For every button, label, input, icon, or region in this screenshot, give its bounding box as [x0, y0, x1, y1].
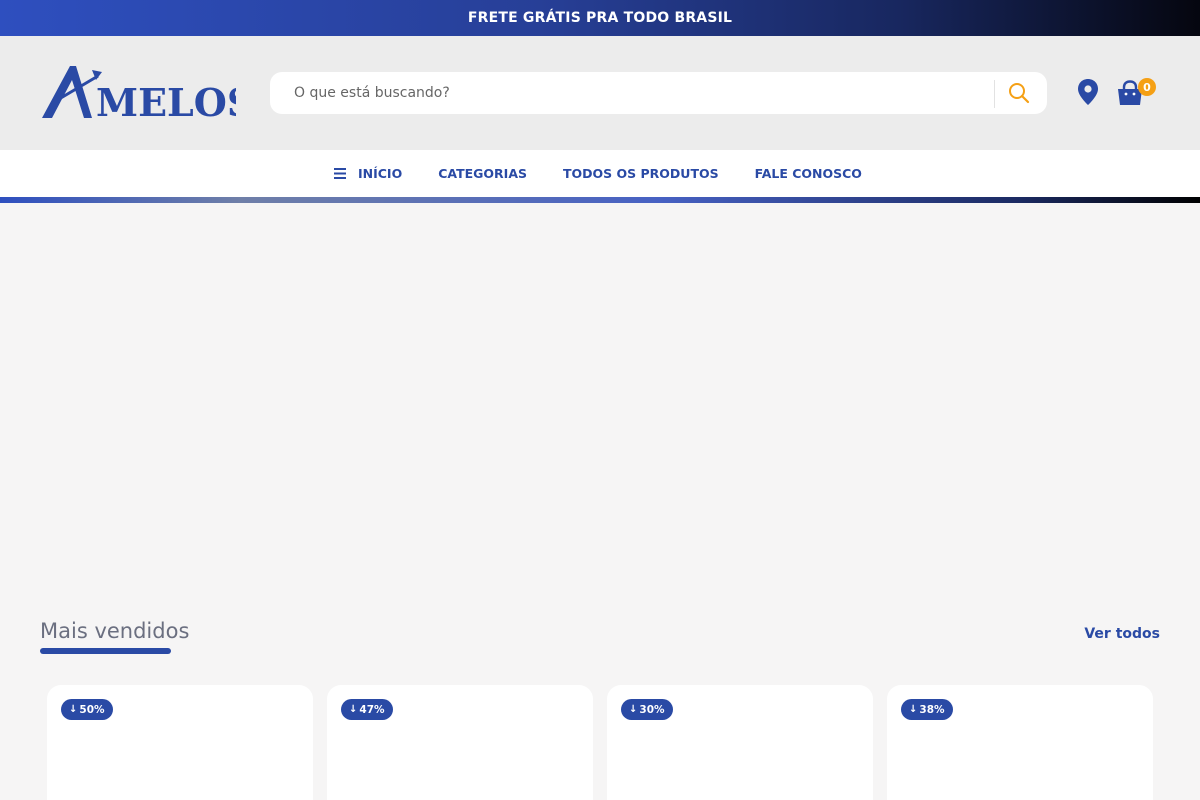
nav-item-fale-conosco[interactable]: FALE CONOSCO [755, 166, 862, 181]
cart-button[interactable]: 0 [1116, 78, 1158, 110]
nav-item-categorias[interactable]: CATEGORIAS [438, 166, 527, 181]
logo-text: MELOS [96, 80, 236, 124]
nav-item-todos-os-produtos[interactable]: TODOS OS PRODUTOS [563, 166, 719, 181]
discount-badge: ↓ 38% [901, 699, 953, 720]
discount-badge: ↓ 30% [621, 699, 673, 720]
search-box [270, 72, 1047, 114]
nav-item-inicio[interactable]: INÍCIO [334, 166, 402, 181]
search-button[interactable] [1004, 78, 1034, 108]
hamburger-menu-icon [334, 168, 346, 179]
arrow-down-icon: ↓ [909, 704, 918, 715]
section-title-underline [40, 648, 171, 654]
section-title: Mais vendidos [40, 619, 190, 643]
product-card[interactable]: ↓ 38% [887, 685, 1153, 800]
nav-item-label: CATEGORIAS [438, 166, 528, 181]
discount-value: 50% [79, 703, 105, 716]
logo-a-mark [42, 66, 92, 118]
header: MELOS 0 [0, 36, 1200, 150]
discount-value: 30% [639, 703, 665, 716]
search-input[interactable] [294, 72, 984, 114]
arrow-down-icon: ↓ [629, 704, 638, 715]
brand-logo[interactable]: MELOS [40, 62, 254, 125]
discount-badge: ↓ 50% [61, 699, 113, 720]
arrow-down-icon: ↓ [349, 704, 358, 715]
nav-item-label: INÍCIO [358, 166, 403, 181]
hero-banner-area[interactable] [0, 203, 1200, 603]
search-icon [1009, 83, 1030, 104]
store-location-button[interactable] [1076, 78, 1100, 108]
discount-value: 38% [919, 703, 945, 716]
location-pin-icon [1078, 79, 1098, 105]
product-card[interactable]: ↓ 30% [607, 685, 873, 800]
discount-badge: ↓ 47% [341, 699, 393, 720]
nav-item-label: FALE CONOSCO [754, 166, 862, 181]
cart-count-badge: 0 [1138, 78, 1156, 96]
see-all-link[interactable]: Ver todos [1080, 626, 1160, 642]
top-promo-bar: FRETE GRÁTIS PRA TODO BRASIL [0, 0, 1200, 36]
product-card[interactable]: ↓ 47% [327, 685, 593, 800]
arrow-down-icon: ↓ [69, 704, 78, 715]
product-card[interactable]: ↓ 50% [47, 685, 313, 800]
discount-value: 47% [359, 703, 385, 716]
nav-item-label: TODOS OS PRODUTOS [563, 166, 719, 181]
promo-text: FRETE GRÁTIS PRA TODO BRASIL [467, 10, 733, 26]
main-nav: INÍCIO CATEGORIAS TODOS OS PRODUTOS FALE… [0, 150, 1200, 197]
search-divider [994, 80, 995, 108]
